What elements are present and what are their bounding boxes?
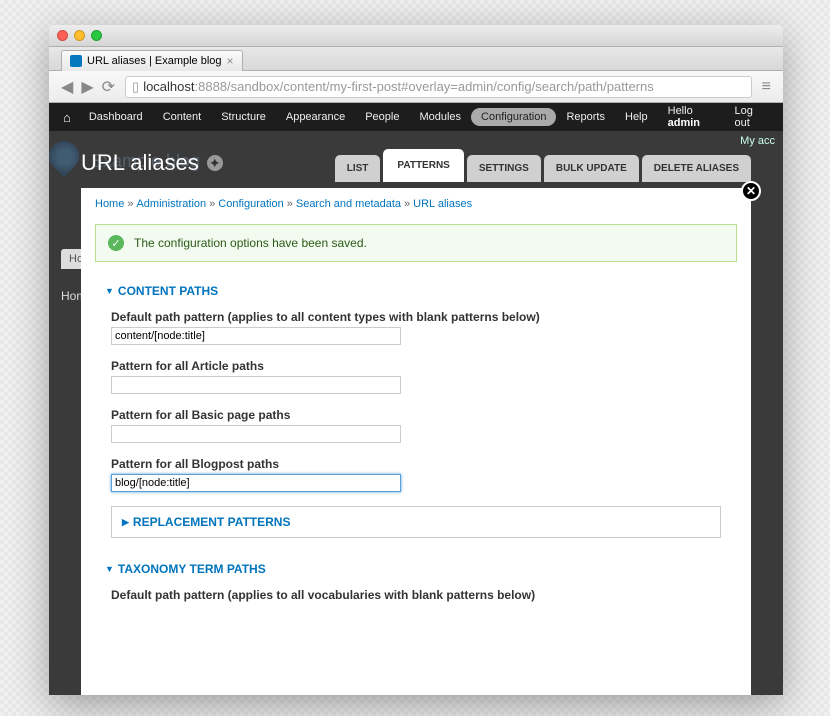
tab-list[interactable]: LIST — [335, 155, 381, 182]
legend-text: CONTENT PATHS — [118, 284, 218, 298]
favicon-icon — [70, 55, 82, 67]
basic-page-pattern-field: Pattern for all Basic page paths — [111, 408, 721, 443]
breadcrumb-item[interactable]: Configuration — [218, 198, 283, 210]
breadcrumb-item[interactable]: Search and metadata — [296, 198, 401, 210]
menu-button[interactable]: ≡ — [760, 78, 773, 96]
toolbar-item-people[interactable]: People — [355, 106, 409, 128]
tab-close-icon[interactable]: × — [227, 54, 234, 68]
field-label: Pattern for all Blogpost paths — [111, 457, 721, 471]
my-account-link[interactable]: My acc — [740, 135, 775, 147]
breadcrumb-separator: » — [127, 198, 133, 210]
taxonomy-paths-legend[interactable]: ▼ TAXONOMY TERM PATHS — [95, 554, 737, 584]
home-icon[interactable]: ⌂ — [59, 110, 79, 125]
browser-window: URL aliases | Example blog × ◀ ▶ ⟳ ▯ loc… — [49, 25, 783, 695]
blogpost-pattern-field: Pattern for all Blogpost paths — [111, 457, 721, 492]
close-overlay-button[interactable]: ✕ — [741, 181, 761, 201]
breadcrumb-separator: » — [404, 198, 410, 210]
status-message: ✓ The configuration options have been sa… — [95, 224, 737, 262]
hello-user[interactable]: Hello admin — [658, 100, 725, 134]
content-paths-fieldset: ▼ CONTENT PATHS Default path pattern (ap… — [95, 276, 737, 554]
status-text: The configuration options have been save… — [134, 236, 367, 250]
window-close-button[interactable] — [57, 30, 68, 41]
tab-bulk-update[interactable]: BULK UPDATE — [544, 155, 639, 182]
chevron-right-icon: ▶ — [122, 517, 129, 528]
taxonomy-default-field: Default path pattern (applies to all voc… — [111, 588, 721, 602]
chevron-down-icon: ▼ — [105, 286, 114, 296]
url-input[interactable]: ▯ localhost:8888/sandbox/content/my-firs… — [125, 76, 752, 98]
blogpost-pattern-input[interactable] — [111, 474, 401, 492]
field-label: Default path pattern (applies to all voc… — [111, 588, 721, 602]
breadcrumb-item[interactable]: Administration — [136, 198, 206, 210]
page-title-text: URL aliases — [81, 150, 199, 176]
window-titlebar — [49, 25, 783, 47]
back-button[interactable]: ◀ — [59, 77, 75, 97]
traffic-lights — [57, 30, 102, 41]
forward-button[interactable]: ▶ — [79, 77, 95, 97]
replacement-patterns-fieldset: ▶ REPLACEMENT PATTERNS — [111, 506, 721, 538]
fieldset-body: Default path pattern (applies to all voc… — [95, 584, 737, 632]
tab-delete-aliases[interactable]: DELETE ALIASES — [642, 155, 751, 182]
page-icon: ▯ — [132, 79, 139, 95]
tab-title: URL aliases | Example blog — [87, 55, 222, 67]
replacement-patterns-legend[interactable]: ▶ REPLACEMENT PATTERNS — [112, 507, 720, 537]
fieldset-body: Default path pattern (applies to all con… — [95, 306, 737, 554]
window-minimize-button[interactable] — [74, 30, 85, 41]
default-pattern-input[interactable] — [111, 327, 401, 345]
breadcrumb-separator: » — [209, 198, 215, 210]
shortcut-star-icon[interactable]: ✦ — [207, 155, 223, 171]
address-bar: ◀ ▶ ⟳ ▯ localhost:8888/sandbox/content/m… — [49, 71, 783, 103]
hello-prefix: Hello — [668, 105, 693, 117]
toolbar-item-structure[interactable]: Structure — [211, 106, 276, 128]
admin-toolbar: ⌂ DashboardContentStructureAppearancePeo… — [49, 103, 783, 131]
url-path: :8888/sandbox/content/my-first-post#over… — [195, 79, 654, 94]
username: admin — [668, 117, 700, 129]
default-pattern-field: Default path pattern (applies to all con… — [111, 310, 721, 345]
page-title: URL aliases ✦ — [81, 150, 223, 182]
toolbar-item-configuration[interactable]: Configuration — [471, 108, 556, 126]
tab-settings[interactable]: SETTINGS — [467, 155, 541, 182]
field-label: Pattern for all Article paths — [111, 359, 721, 373]
overlay-backdrop: Example blog Ho Hom My acc URL aliases ✦… — [49, 131, 783, 695]
basic-page-pattern-input[interactable] — [111, 425, 401, 443]
breadcrumb-item[interactable]: Home — [95, 198, 124, 210]
breadcrumb-separator: » — [287, 198, 293, 210]
toolbar-item-reports[interactable]: Reports — [556, 106, 615, 128]
field-label: Pattern for all Basic page paths — [111, 408, 721, 422]
nav-buttons: ◀ ▶ ⟳ — [59, 77, 117, 97]
legend-text: TAXONOMY TERM PATHS — [118, 562, 266, 576]
logout-link[interactable]: Log out — [725, 100, 773, 134]
toolbar-item-modules[interactable]: Modules — [409, 106, 471, 128]
browser-tabbar: URL aliases | Example blog × — [49, 47, 783, 71]
article-pattern-field: Pattern for all Article paths — [111, 359, 721, 394]
taxonomy-paths-fieldset: ▼ TAXONOMY TERM PATHS Default path patte… — [95, 554, 737, 632]
toolbar-item-appearance[interactable]: Appearance — [276, 106, 355, 128]
overlay-content: Home»Administration»Configuration»Search… — [81, 188, 751, 695]
content-paths-legend[interactable]: ▼ CONTENT PATHS — [95, 276, 737, 306]
browser-tab[interactable]: URL aliases | Example blog × — [61, 50, 243, 71]
legend-text: REPLACEMENT PATTERNS — [133, 515, 291, 529]
chevron-down-icon: ▼ — [105, 564, 114, 574]
overlay-header: URL aliases ✦ LISTPATTERNSSETTINGSBULK U… — [81, 149, 751, 182]
breadcrumb-item[interactable]: URL aliases — [413, 198, 472, 210]
breadcrumb: Home»Administration»Configuration»Search… — [81, 188, 751, 220]
overlay-tabs: LISTPATTERNSSETTINGSBULK UPDATEDELETE AL… — [335, 149, 751, 182]
check-icon: ✓ — [108, 235, 124, 251]
article-pattern-input[interactable] — [111, 376, 401, 394]
tab-patterns[interactable]: PATTERNS — [383, 149, 463, 182]
toolbar-item-content[interactable]: Content — [153, 106, 212, 128]
window-maximize-button[interactable] — [91, 30, 102, 41]
toolbar-item-dashboard[interactable]: Dashboard — [79, 106, 153, 128]
field-label: Default path pattern (applies to all con… — [111, 310, 721, 324]
reload-button[interactable]: ⟳ — [100, 77, 117, 97]
toolbar-item-help[interactable]: Help — [615, 106, 658, 128]
drupal-logo-icon — [49, 135, 85, 177]
url-host: localhost — [143, 79, 194, 94]
